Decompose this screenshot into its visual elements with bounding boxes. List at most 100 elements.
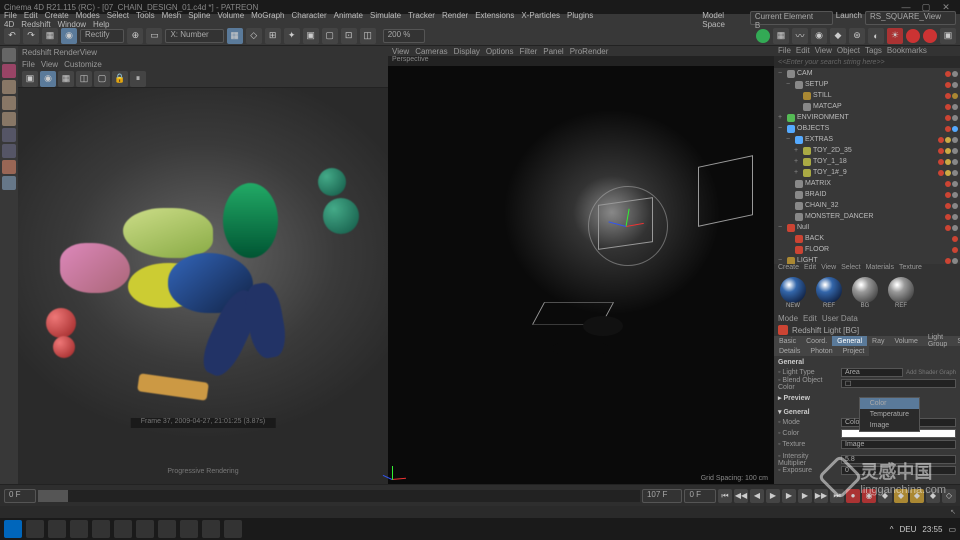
step-fwd-icon[interactable]: ▶▶ <box>814 489 828 503</box>
dropdown-option[interactable]: Color <box>860 398 919 409</box>
app-icon-6[interactable] <box>202 520 220 538</box>
r1-icon[interactable]: ⊡ <box>341 28 357 44</box>
search-icon[interactable] <box>26 520 44 538</box>
y-axis[interactable] <box>626 209 630 227</box>
tree-row[interactable]: +TOY_2D_35 <box>774 145 960 156</box>
menu-x-particles[interactable]: X-Particles <box>521 11 560 20</box>
axis-icon[interactable]: ▦ <box>227 28 243 44</box>
tree-row[interactable]: −LIGHT <box>774 255 960 264</box>
mat-texture-tab[interactable]: Texture <box>899 264 922 274</box>
edge-mode-icon[interactable] <box>2 96 16 110</box>
render-view-tab[interactable]: View <box>41 60 58 69</box>
add-shader-button[interactable]: Add Shader Graph <box>906 370 956 376</box>
start-button[interactable] <box>4 520 22 538</box>
tool-icon[interactable]: ⊕ <box>127 28 143 44</box>
app-icon-3[interactable] <box>136 520 154 538</box>
effector-icon[interactable]: ◆ <box>830 28 846 44</box>
layout-combo[interactable]: Current Element B <box>750 11 833 25</box>
record-icon[interactable]: ● <box>846 489 860 503</box>
app-icon-2[interactable] <box>114 520 132 538</box>
step-back-icon[interactable]: ◀◀ <box>734 489 748 503</box>
ipr-icon[interactable]: ◉ <box>40 71 56 87</box>
obj-bookmarks-tab[interactable]: Bookmarks <box>887 46 927 56</box>
attr-tab-shadow[interactable]: Shadow <box>952 336 960 346</box>
timeline-track[interactable] <box>38 490 640 502</box>
tree-row[interactable]: STILL <box>774 90 960 101</box>
menu-spline[interactable]: Spline <box>188 11 210 20</box>
xyz-icon[interactable]: ✦ <box>284 28 300 44</box>
model-mode-icon[interactable] <box>2 48 16 62</box>
viewport-solo-icon[interactable] <box>2 144 16 158</box>
locked-icon[interactable] <box>2 176 16 190</box>
attr-userdata-tab[interactable]: User Data <box>822 314 858 324</box>
tree-row[interactable]: −Null <box>774 222 960 233</box>
obj-tags-tab[interactable]: Tags <box>865 46 882 56</box>
point-mode-icon[interactable] <box>2 80 16 94</box>
attr-tab-general[interactable]: General <box>832 336 867 346</box>
notification-icon[interactable]: ▭ <box>948 525 956 534</box>
redo-button[interactable]: ↷ <box>23 28 39 44</box>
play-back-icon[interactable]: ▶ <box>766 489 780 503</box>
menu-volume[interactable]: Volume <box>217 11 244 20</box>
vp-tab-panel[interactable]: Panel <box>543 47 563 56</box>
mat-view-tab[interactable]: View <box>821 264 836 274</box>
key-rot-icon[interactable]: ◆ <box>910 489 924 503</box>
obj-view-tab[interactable]: View <box>815 46 832 56</box>
render-start-icon[interactable]: ▣ <box>22 71 38 87</box>
red-dot-icon[interactable] <box>906 29 920 43</box>
workplane-icon[interactable]: ⊞ <box>265 28 281 44</box>
menu-extensions[interactable]: Extensions <box>475 11 514 20</box>
render-region-icon[interactable]: ▢ <box>322 28 338 44</box>
attr-field[interactable]: 0 <box>841 466 956 475</box>
key-scale-icon[interactable]: ◆ <box>894 489 908 503</box>
online-status-icon[interactable] <box>756 29 770 43</box>
poly-mode-icon[interactable] <box>2 112 16 126</box>
cube-primitive-icon[interactable]: ▦ <box>773 28 789 44</box>
obj-file-tab[interactable]: File <box>778 46 791 56</box>
field-icon[interactable]: ⊛ <box>849 28 865 44</box>
spline-icon[interactable]: 〰 <box>792 28 808 44</box>
undo-button[interactable]: ↶ <box>4 28 20 44</box>
tree-row[interactable]: −EXTRAS <box>774 134 960 145</box>
attr-field[interactable]: Area <box>841 368 903 377</box>
r2-icon[interactable]: ◫ <box>360 28 376 44</box>
menu-create[interactable]: Create <box>45 11 69 20</box>
timeline-slider[interactable] <box>38 490 68 502</box>
attr-tab-volume[interactable]: Volume <box>890 336 923 346</box>
tray-chevron-icon[interactable]: ^ <box>890 525 894 534</box>
menu-edit[interactable]: Edit <box>24 11 38 20</box>
render-view[interactable]: Frame 37, 2009-04-27, 21:01:25 (3.87s) <box>18 88 388 458</box>
app-icon-5[interactable] <box>180 520 198 538</box>
tree-row[interactable]: +TOY_1#_9 <box>774 167 960 178</box>
mode-dropdown[interactable]: ColorTemperatureImage <box>859 397 920 432</box>
mode-combo[interactable]: Rectify <box>80 29 124 43</box>
snapshot-icon[interactable]: ◫ <box>76 71 92 87</box>
goto-end-icon[interactable]: ⏭ <box>830 489 844 503</box>
mat-edit-tab[interactable]: Edit <box>804 264 816 274</box>
vp-tab-view[interactable]: View <box>392 47 409 56</box>
texture-mode-icon[interactable] <box>2 64 16 78</box>
menu-mesh[interactable]: Mesh <box>162 11 182 20</box>
menu-file[interactable]: File <box>4 11 17 20</box>
section-header[interactable]: General <box>778 358 956 367</box>
key-param-icon[interactable]: ◆ <box>926 489 940 503</box>
dropdown-option[interactable]: Image <box>860 420 919 431</box>
tree-row[interactable]: CHAIN_32 <box>774 200 960 211</box>
explorer-icon[interactable] <box>70 520 88 538</box>
tree-row[interactable]: MATRIX <box>774 178 960 189</box>
attr-tab-lightgroup[interactable]: Light Group <box>923 336 952 346</box>
dropdown-option[interactable]: Temperature <box>860 409 919 420</box>
obj-edit-tab[interactable]: Edit <box>796 46 810 56</box>
tree-row[interactable]: −CAM <box>774 68 960 79</box>
menu-tracker[interactable]: Tracker <box>408 11 435 20</box>
render-file-tab[interactable]: File <box>22 60 35 69</box>
mat-materials-tab[interactable]: Materials <box>866 264 894 274</box>
move-gizmo[interactable] <box>606 206 646 246</box>
next-frame-icon[interactable]: ▶ <box>798 489 812 503</box>
tree-row[interactable]: +ENVIRONMENT <box>774 112 960 123</box>
vp-tab-cameras[interactable]: Cameras <box>415 47 447 56</box>
mat-create-tab[interactable]: Create <box>778 264 799 274</box>
z-axis[interactable] <box>608 221 626 227</box>
menu-simulate[interactable]: Simulate <box>370 11 401 20</box>
bucket-icon[interactable]: ▦ <box>58 71 74 87</box>
